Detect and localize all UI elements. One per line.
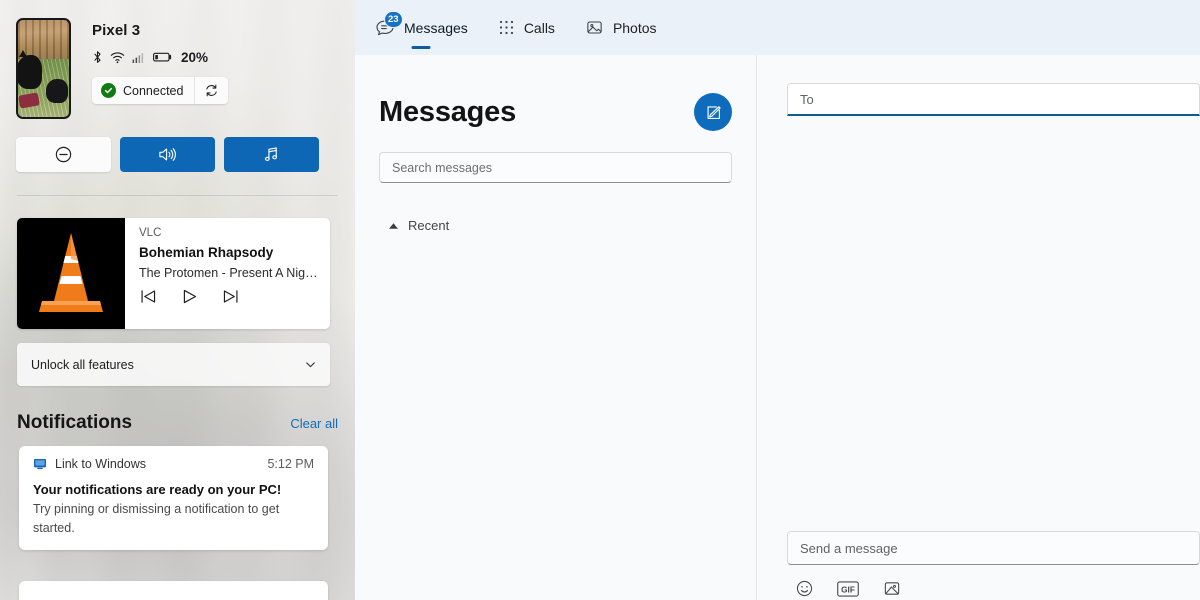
notification-item[interactable]: Link to Windows 5:12 PM Your notificatio… [19,446,328,550]
refresh-button[interactable] [194,77,228,104]
app-tabbar: 23 Messages Calls Photos [355,0,1200,55]
unlock-all-features-expander[interactable]: Unlock all features [17,343,330,386]
conversation-pane: GIF [757,55,1200,600]
bluetooth-icon [94,50,101,63]
media-app-name: VLC [139,227,162,239]
speaker-volume-icon [159,148,176,161]
notification-headline: Your notifications are ready on your PC! [33,482,282,497]
device-sidebar: Pixel 3 20% Connected VLC Bohemian Rhaps… [0,0,355,600]
photo-icon [587,21,602,34]
compose-new-message-icon [707,105,721,119]
notification-item[interactable] [19,581,328,600]
media-controls [139,288,318,305]
sidebar-divider [17,195,338,196]
battery-icon [153,52,172,62]
message-input[interactable] [800,540,1187,556]
play-icon [183,289,197,304]
recent-label: Recent [408,218,450,233]
tab-calls-label: Calls [523,19,555,36]
dialpad-icon [499,20,513,35]
new-message-button[interactable] [694,93,732,131]
page-title: Messages [379,95,517,128]
link-to-windows-app: Pixel 3 20% Connected VLC Bohemian Rhaps… [0,0,1200,600]
vlc-traffic-cone-icon [39,233,103,312]
check-circle-icon [101,83,116,98]
wifi-icon [110,51,125,63]
gif-picker-button[interactable]: GIF [837,580,859,597]
svg-text:GIF: GIF [841,585,855,594]
clear-all-button[interactable]: Clear all [290,416,338,431]
conversation-messages-area [757,116,1200,531]
tab-messages[interactable]: 23 Messages [373,0,470,55]
media-player-card: VLC Bohemian Rhapsody The Protomen - Pre… [17,218,330,329]
phone-wallpaper-thumbnail[interactable] [16,18,71,119]
do-not-disturb-icon [55,146,72,163]
connection-status-pill: Connected [92,77,229,104]
tab-photos[interactable]: Photos [583,0,659,55]
messages-list-pane: Messages Recent [355,55,757,600]
notification-body: Try pinning or dismissing a notification… [33,502,280,535]
next-track-button[interactable] [221,288,240,305]
cellular-signal-icon [132,52,144,63]
quick-action-media-music[interactable] [224,137,319,172]
refresh-icon [206,84,218,97]
connection-status-label: Connected [123,83,184,98]
image-attach-button[interactable] [882,579,902,598]
skip-next-icon [223,290,238,303]
recent-section-header[interactable]: Recent [388,218,732,233]
device-header: Pixel 3 20% Connected [16,18,229,119]
connection-status[interactable]: Connected [92,77,194,104]
emoji-picker-button[interactable] [795,579,814,598]
quick-action-ring-volume[interactable] [120,137,215,172]
tab-photos-label: Photos [612,19,657,36]
media-track-subtitle: The Protomen - Present A Night... [139,266,318,280]
previous-track-button[interactable] [139,288,158,305]
music-note-icon [264,147,278,161]
quick-action-do-not-disturb[interactable] [16,137,111,172]
to-input[interactable] [800,91,1187,107]
album-art [17,218,125,329]
gif-icon: GIF [837,580,859,597]
smiley-icon [796,580,813,597]
composer-toolbar: GIF [787,579,1200,598]
main-content: 23 Messages Calls Photos Messages Search… [355,0,1200,600]
tab-messages-label: Messages [404,19,468,36]
play-button[interactable] [180,288,199,305]
media-track-title: Bohemian Rhapsody [139,245,274,260]
triangle-up-icon [389,222,398,229]
device-name: Pixel 3 [92,22,141,39]
device-status-icons: 20% [92,49,228,65]
tab-calls[interactable]: Calls [496,0,557,55]
skip-previous-icon [141,290,156,303]
battery-percent: 20% [181,49,209,65]
notification-time: 5:12 PM [267,457,314,471]
recipient-field[interactable] [787,83,1200,116]
search-input[interactable] [392,160,719,175]
notifications-title: Notifications [17,412,133,433]
notifications-header: Notifications Clear all [17,412,338,434]
messages-unread-badge: 23 [384,10,403,28]
link-to-windows-icon [34,459,46,470]
search-messages-box[interactable] [379,152,732,183]
message-composer: GIF [787,531,1200,600]
active-tab-indicator [411,46,431,49]
unlock-all-features-label: Unlock all features [31,357,134,372]
notification-app-name: Link to Windows [55,457,147,471]
send-message-box[interactable] [787,531,1200,565]
quick-actions-row [16,137,319,172]
chevron-down-icon [306,362,315,368]
image-icon [884,582,900,595]
